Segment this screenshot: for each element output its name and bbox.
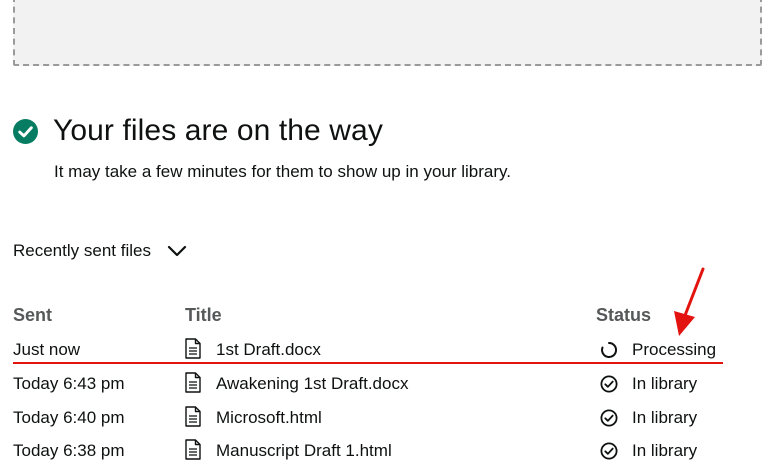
table-row[interactable]: Today 6:40 pm Microsoft.html In library <box>0 406 783 438</box>
check-circle-icon <box>600 375 618 393</box>
annotation-arrow <box>674 267 705 336</box>
table-row[interactable]: Just now 1st Draft.docx Processing <box>0 338 783 370</box>
recently-sent-dropdown[interactable]: Recently sent files <box>13 241 187 261</box>
sent-cell: Just now <box>13 340 81 359</box>
file-title[interactable]: 1st Draft.docx <box>216 340 321 360</box>
column-header-sent: Sent <box>13 305 53 325</box>
page-title: Your files are on the way <box>53 114 383 147</box>
status-label: In library <box>632 408 698 427</box>
file-title[interactable]: Awakening 1st Draft.docx <box>216 374 408 394</box>
status-label: In library <box>632 441 698 460</box>
document-icon <box>185 406 201 427</box>
chevron-down-icon <box>167 245 187 257</box>
check-circle-icon <box>600 442 618 460</box>
success-banner: Your files are on the way <box>13 114 383 148</box>
table-row[interactable]: Today 6:43 pm Awakening 1st Draft.docx In … <box>0 372 783 404</box>
status-label: Processing <box>632 340 717 359</box>
column-header-status: Status <box>596 305 652 325</box>
recently-sent-label: Recently sent files <box>13 241 151 260</box>
annotation-underline <box>13 362 723 364</box>
sent-cell: Today 6:40 pm <box>13 408 125 427</box>
success-check-icon <box>13 118 38 144</box>
page-subtitle: It may take a few minutes for them to sh… <box>54 162 511 181</box>
file-drop-zone[interactable] <box>13 0 762 66</box>
file-title[interactable]: Microsoft.html <box>216 408 322 428</box>
check-circle-icon <box>600 409 618 427</box>
spinner-icon <box>601 341 618 358</box>
status-label: In library <box>632 374 698 393</box>
document-icon <box>185 338 201 359</box>
column-header-title: Title <box>185 305 222 325</box>
table-row[interactable]: Today 6:38 pm Manuscript Draft 1.html In l… <box>0 439 783 471</box>
document-icon <box>185 439 201 460</box>
document-icon <box>185 372 201 393</box>
sent-cell: Today 6:38 pm <box>13 441 125 460</box>
sent-cell: Today 6:43 pm <box>13 374 125 393</box>
file-title[interactable]: Manuscript Draft 1.html <box>216 441 392 461</box>
